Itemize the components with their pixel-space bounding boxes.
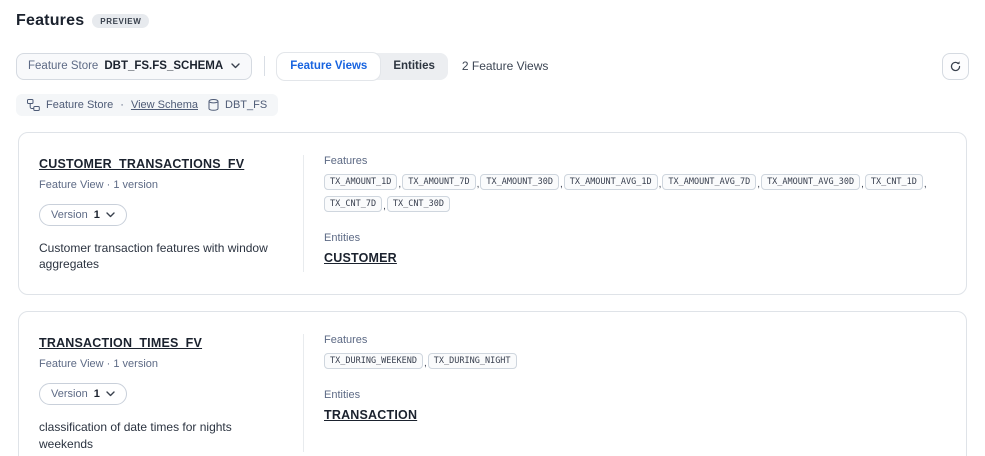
toolbar: Feature Store DBT_FS.FS_SCHEMA Feature V…	[16, 52, 969, 80]
tab-feature-views[interactable]: Feature Views	[277, 53, 380, 80]
chip-separator: ,	[924, 179, 927, 190]
card-info-column: CUSTOMER_TRANSACTIONS_FV Feature View · …	[39, 155, 304, 272]
feature-view-title-link[interactable]: TRANSACTION_TIMES_FV	[39, 336, 202, 350]
entities-section-label: Entities	[324, 232, 946, 244]
chip-separator: ,	[659, 179, 662, 190]
feature-chip: TX_AMOUNT_AVG_30D	[761, 174, 860, 190]
chip-separator: ,	[861, 179, 864, 190]
toolbar-divider	[264, 56, 265, 76]
feature-chip: TX_AMOUNT_AVG_7D	[662, 174, 756, 190]
card-info-column: TRANSACTION_TIMES_FV Feature View · 1 ve…	[39, 334, 304, 451]
refresh-icon	[949, 60, 962, 73]
feature-view-card: TRANSACTION_TIMES_FV Feature View · 1 ve…	[18, 311, 967, 456]
entity-link[interactable]: TRANSACTION	[324, 408, 417, 422]
chevron-down-icon	[106, 391, 115, 397]
chip-separator: ,	[477, 179, 480, 190]
feature-chip: TX_DURING_WEEKEND	[324, 353, 423, 369]
schema-icon	[27, 99, 40, 111]
chevron-down-icon	[106, 212, 115, 218]
breadcrumb-database-name: DBT_FS	[225, 99, 267, 111]
version-value: 1	[94, 209, 100, 221]
card-detail-column: Features TX_DURING_WEEKEND,TX_DURING_NIG…	[304, 334, 946, 451]
feature-view-card: CUSTOMER_TRANSACTIONS_FV Feature View · …	[18, 132, 967, 295]
entities-section-label: Entities	[324, 389, 946, 401]
database-icon	[208, 99, 219, 111]
feature-view-title-link[interactable]: CUSTOMER_TRANSACTIONS_FV	[39, 157, 244, 171]
card-detail-column: Features TX_AMOUNT_1D,TX_AMOUNT_7D,TX_AM…	[304, 155, 946, 272]
feature-view-subtitle: Feature View · 1 version	[39, 358, 287, 370]
refresh-button[interactable]	[942, 53, 969, 80]
breadcrumb: Feature Store · View Schema DBT_FS	[16, 94, 278, 116]
page-title: Features	[16, 12, 84, 30]
features-section-label: Features	[324, 155, 946, 167]
feature-chip: TX_CNT_30D	[387, 196, 450, 212]
features-page: Features PREVIEW Feature Store DBT_FS.FS…	[0, 0, 985, 456]
feature-store-value: DBT_FS.FS_SCHEMA	[104, 60, 223, 72]
breadcrumb-separator: ·	[120, 99, 124, 111]
feature-chip: TX_AMOUNT_1D	[324, 174, 397, 190]
version-label: Version	[51, 209, 88, 221]
version-label: Version	[51, 388, 88, 400]
chevron-down-icon	[231, 63, 240, 69]
feature-view-subtitle: Feature View · 1 version	[39, 179, 287, 191]
chip-separator: ,	[757, 179, 760, 190]
feature-chip: TX_CNT_1D	[865, 174, 923, 190]
preview-badge: PREVIEW	[92, 14, 149, 28]
feature-chip-list: TX_DURING_WEEKEND,TX_DURING_NIGHT	[324, 353, 946, 369]
feature-view-description: classification of date times for nights …	[39, 419, 287, 451]
feature-store-label: Feature Store	[28, 60, 98, 72]
version-dropdown[interactable]: Version 1	[39, 204, 127, 226]
feature-chip: TX_AMOUNT_AVG_1D	[564, 174, 658, 190]
page-header: Features PREVIEW	[16, 12, 969, 30]
chip-separator: ,	[383, 201, 386, 212]
feature-store-dropdown[interactable]: Feature Store DBT_FS.FS_SCHEMA	[16, 53, 252, 80]
feature-chip-list: TX_AMOUNT_1D,TX_AMOUNT_7D,TX_AMOUNT_30D,…	[324, 174, 946, 212]
version-dropdown[interactable]: Version 1	[39, 383, 127, 405]
feature-views-count: 2 Feature Views	[462, 59, 549, 73]
feature-chip: TX_AMOUNT_7D	[402, 174, 475, 190]
entity-link[interactable]: CUSTOMER	[324, 251, 397, 265]
chip-separator: ,	[560, 179, 563, 190]
feature-chip: TX_CNT_7D	[324, 196, 382, 212]
breadcrumb-store-label: Feature Store	[46, 99, 113, 111]
view-schema-link[interactable]: View Schema	[131, 99, 198, 111]
version-value: 1	[94, 388, 100, 400]
tab-entities[interactable]: Entities	[380, 53, 448, 80]
feature-chip: TX_DURING_NIGHT	[428, 353, 517, 369]
chip-separator: ,	[398, 179, 401, 190]
feature-view-description: Customer transaction features with windo…	[39, 240, 287, 272]
feature-chip: TX_AMOUNT_30D	[480, 174, 559, 190]
chip-separator: ,	[424, 358, 427, 369]
view-tabs: Feature Views Entities	[277, 53, 448, 80]
features-section-label: Features	[324, 334, 946, 346]
